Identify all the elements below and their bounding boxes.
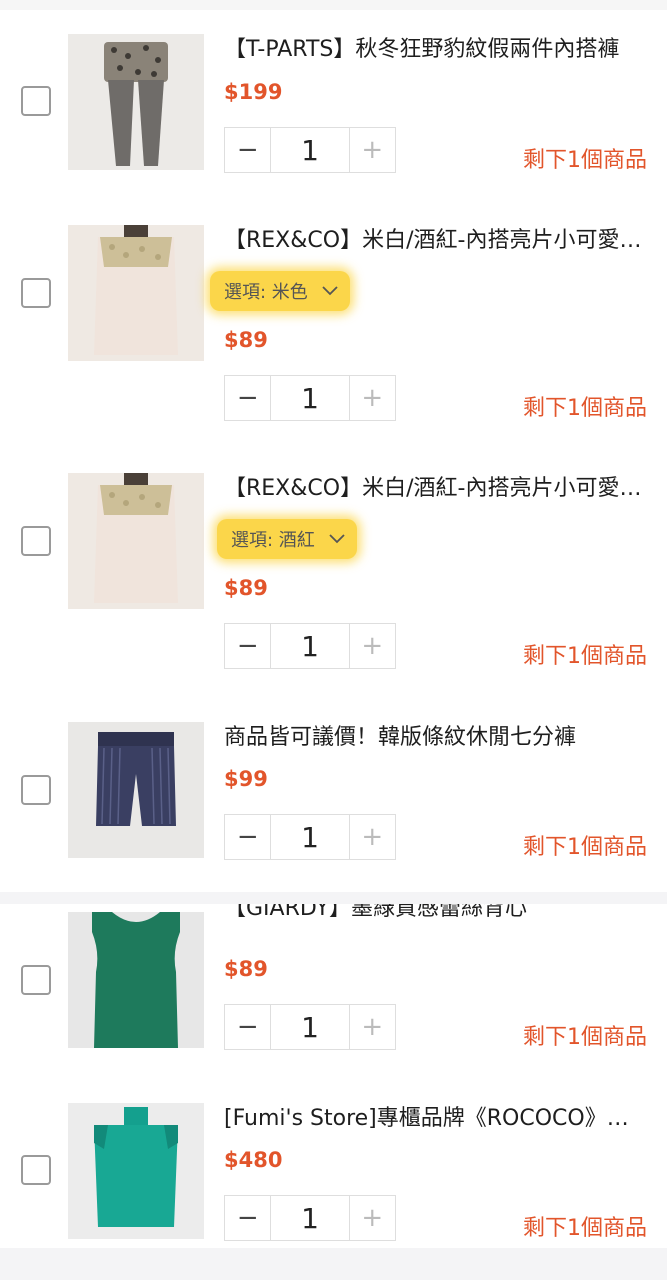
stock-remaining: 剩下1個商品 xyxy=(523,1025,647,1050)
quantity-stepper: − 1 + xyxy=(224,1004,396,1050)
stock-remaining: 剩下1個商品 xyxy=(523,835,647,860)
increase-quantity-button[interactable]: + xyxy=(350,376,395,420)
product-price: $89 xyxy=(224,328,268,352)
increase-quantity-button[interactable]: + xyxy=(350,624,395,668)
product-price: $99 xyxy=(224,767,268,791)
stock-remaining: 剩下1個商品 xyxy=(523,396,647,421)
quantity-input[interactable]: 1 xyxy=(270,376,350,420)
product-thumbnail[interactable] xyxy=(68,473,204,609)
stock-remaining: 剩下1個商品 xyxy=(523,1216,647,1241)
product-title[interactable]: 【REX&CO】米白/酒紅-內搭亮片小可愛背心 xyxy=(224,475,649,503)
decrease-quantity-button[interactable]: − xyxy=(225,376,270,420)
variant-option-dropdown[interactable]: 選項: 酒紅 xyxy=(217,519,357,559)
increase-quantity-button[interactable]: + xyxy=(350,815,395,859)
quantity-input[interactable]: 1 xyxy=(270,1196,350,1240)
item-select-checkbox[interactable] xyxy=(21,775,51,805)
product-thumbnail[interactable] xyxy=(68,34,204,170)
section-divider xyxy=(0,892,667,904)
product-title[interactable]: [Fumi's Store]專櫃品牌《ROCOCO》綠色背心 xyxy=(224,1105,649,1133)
decrease-quantity-button[interactable]: − xyxy=(225,1196,270,1240)
section-divider xyxy=(0,1248,667,1280)
quantity-input[interactable]: 1 xyxy=(270,815,350,859)
quantity-stepper: − 1 + xyxy=(224,814,396,860)
product-price: $89 xyxy=(224,576,268,600)
decrease-quantity-button[interactable]: − xyxy=(225,815,270,859)
product-price: $480 xyxy=(224,1148,283,1172)
item-select-checkbox[interactable] xyxy=(21,278,51,308)
variant-option-dropdown[interactable]: 選項: 米色 xyxy=(210,271,350,311)
product-price: $199 xyxy=(224,80,283,104)
quantity-stepper: − 1 + xyxy=(224,375,396,421)
variant-option-label: 選項: 米色 xyxy=(224,282,308,303)
decrease-quantity-button[interactable]: − xyxy=(225,128,270,172)
increase-quantity-button[interactable]: + xyxy=(350,1196,395,1240)
chevron-down-icon xyxy=(329,534,345,544)
increase-quantity-button[interactable]: + xyxy=(350,1005,395,1049)
decrease-quantity-button[interactable]: − xyxy=(225,1005,270,1049)
top-edge xyxy=(0,0,667,10)
item-select-checkbox[interactable] xyxy=(21,86,51,116)
stock-remaining: 剩下1個商品 xyxy=(523,148,647,173)
quantity-stepper: − 1 + xyxy=(224,1195,396,1241)
quantity-input[interactable]: 1 xyxy=(270,1005,350,1049)
quantity-input[interactable]: 1 xyxy=(270,624,350,668)
product-title[interactable]: 【REX&CO】米白/酒紅-內搭亮片小可愛背心 xyxy=(224,227,649,255)
product-thumbnail[interactable] xyxy=(68,225,204,361)
variant-option-label: 選項: 酒紅 xyxy=(231,530,315,551)
product-thumbnail[interactable] xyxy=(68,722,204,858)
product-price: $89 xyxy=(224,957,268,981)
product-title[interactable]: 【GIARDY】墨綠質感蕾絲背心 xyxy=(224,904,649,928)
decrease-quantity-button[interactable]: − xyxy=(225,624,270,668)
product-thumbnail[interactable] xyxy=(68,912,204,1048)
item-select-checkbox[interactable] xyxy=(21,965,51,995)
quantity-input[interactable]: 1 xyxy=(270,128,350,172)
product-thumbnail[interactable] xyxy=(68,1103,204,1239)
quantity-stepper: − 1 + xyxy=(224,623,396,669)
quantity-stepper: − 1 + xyxy=(224,127,396,173)
item-select-checkbox[interactable] xyxy=(21,1155,51,1185)
chevron-down-icon xyxy=(322,286,338,296)
item-select-checkbox[interactable] xyxy=(21,526,51,556)
product-title[interactable]: 【T-PARTS】秋冬狂野豹紋假兩件內搭褲 xyxy=(224,36,649,64)
product-title[interactable]: 商品皆可議價！韓版條紋休閒七分褲 xyxy=(224,724,649,752)
increase-quantity-button[interactable]: + xyxy=(350,128,395,172)
stock-remaining: 剩下1個商品 xyxy=(523,644,647,669)
